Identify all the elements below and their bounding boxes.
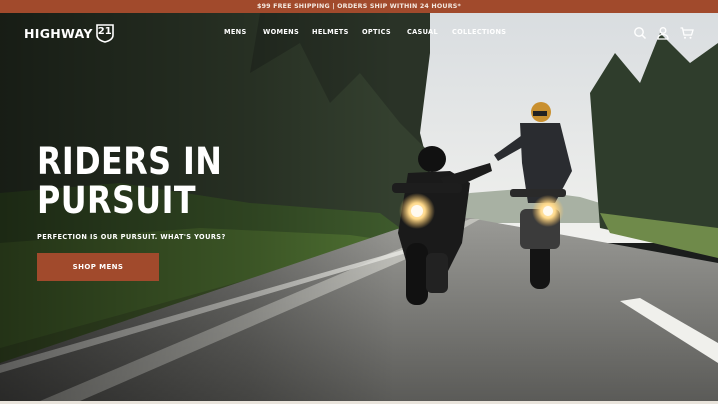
shop-mens-button[interactable]: SHOP MENS <box>37 253 159 281</box>
nav-item-optics[interactable]: OPTICS <box>362 28 391 36</box>
hero-headline-line2: PURSUIT <box>37 179 196 222</box>
announcement-bar: $99 FREE SHIPPING | ORDERS SHIP WITHIN 2… <box>0 0 718 13</box>
nav-item-mens[interactable]: MENS <box>224 28 247 36</box>
account-icon[interactable] <box>655 25 671 41</box>
nav-item-helmets[interactable]: HELMETS <box>312 28 349 36</box>
main-nav: MENS WOMENS HELMETS OPTICS CASUAL COLLEC… <box>0 28 718 40</box>
hero-headline: RIDERS IN PURSUIT <box>37 142 222 220</box>
cart-icon[interactable] <box>679 25 695 41</box>
search-icon[interactable] <box>632 25 648 41</box>
hero-subline: PERFECTION IS OUR PURSUIT. WHAT'S YOURS? <box>37 233 226 241</box>
nav-item-womens[interactable]: WOMENS <box>263 28 299 36</box>
site-header: HIGHWAY 21 MENS WOMENS HELMETS OPTICS CA… <box>0 13 718 53</box>
nav-item-casual[interactable]: CASUAL <box>407 28 438 36</box>
nav-item-collections[interactable]: COLLECTIONS <box>452 28 506 36</box>
hero-headline-line1: RIDERS IN <box>37 140 223 183</box>
